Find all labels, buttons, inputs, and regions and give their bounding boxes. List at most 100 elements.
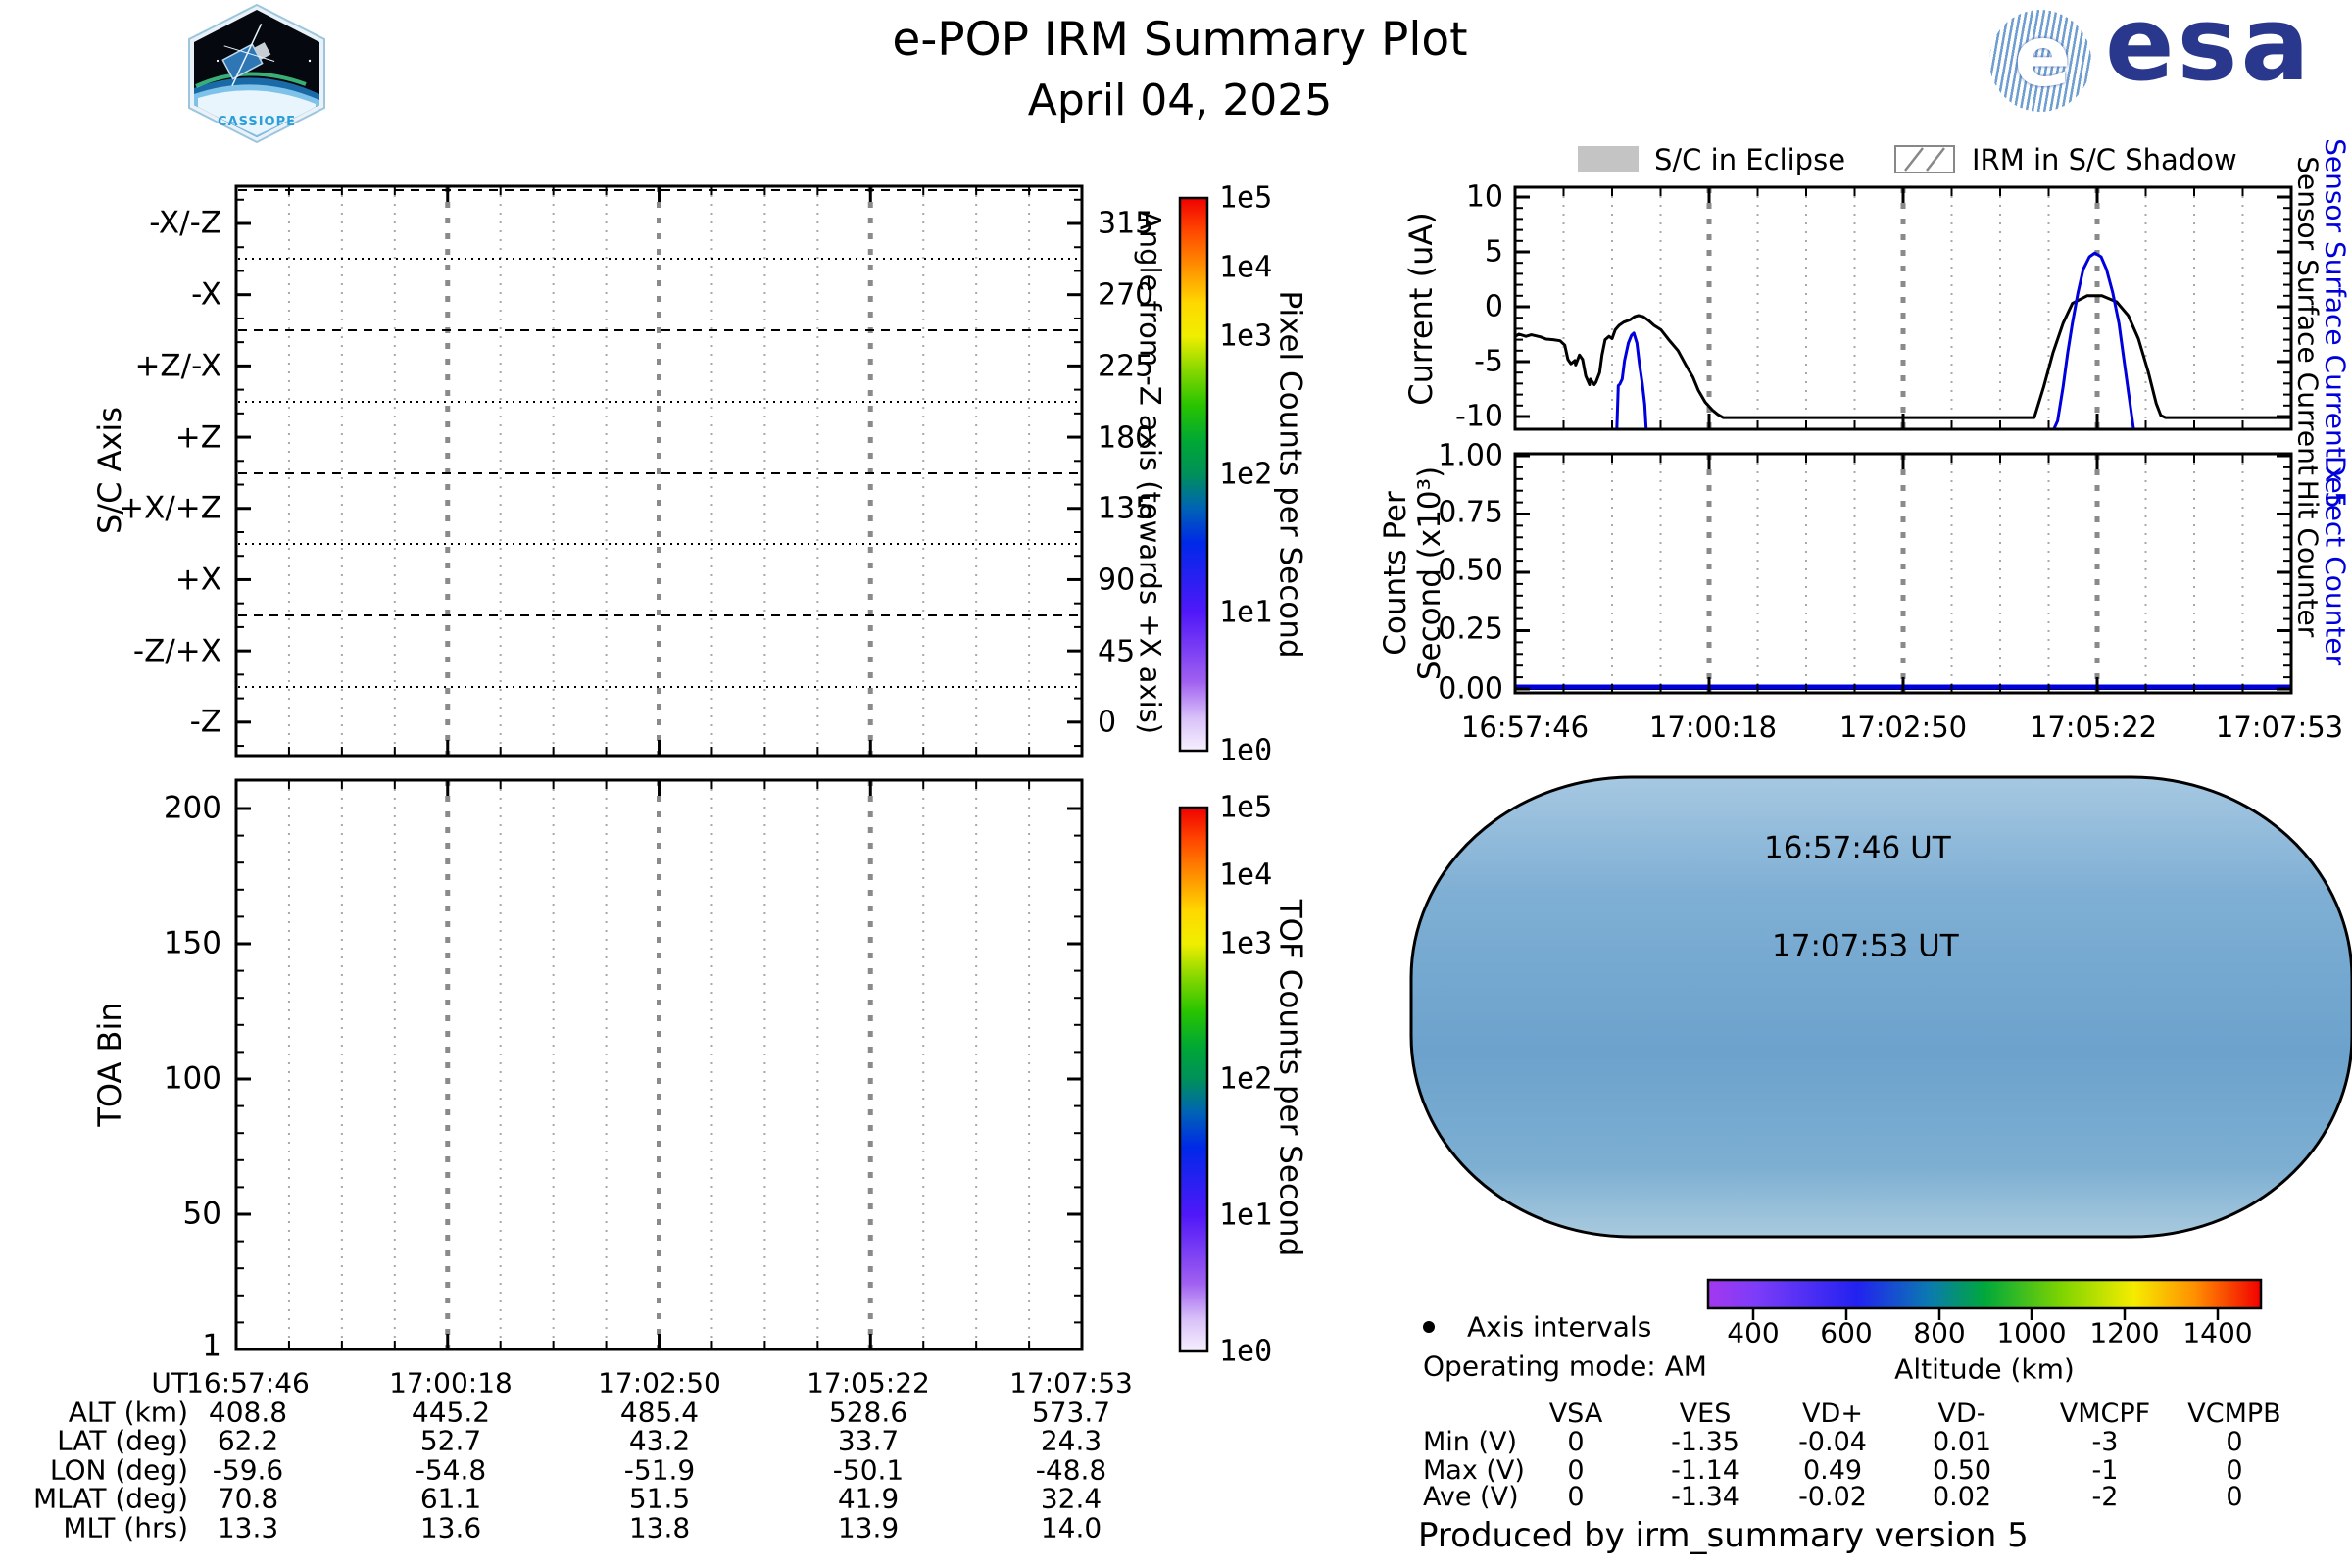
esa-globe-icon: e <box>1989 10 2091 112</box>
alt-tick-label: 1400 <box>2182 1316 2253 1349</box>
counts-ylabel-line1: Counts Per <box>1378 491 1413 656</box>
counts-ytick-label: 0.00 <box>1438 671 1503 707</box>
detect-counter-label: Detect Counter <box>2319 455 2352 666</box>
counts-ytick-label: 0.25 <box>1438 612 1503 647</box>
current-ytick-label: 10 <box>1465 179 1503 215</box>
alt-tick-label: 800 <box>1913 1316 1966 1349</box>
angle-tick-label: 45 <box>1098 634 1136 669</box>
ephemeris-value: 16:57:46 <box>186 1366 310 1399</box>
voltage-value: -3 <box>2091 1426 2119 1457</box>
sc-ytick-label: -Z <box>189 704 221 740</box>
counts-xtick-label: 17:02:50 <box>1838 710 1968 744</box>
altitude-bar-label: Altitude (km) <box>1894 1352 2075 1386</box>
pixel-cb-tick-label: 1e5 <box>1219 180 1273 216</box>
ephemeris-value: 13.8 <box>628 1511 691 1544</box>
legend-eclipse-label: S/C in Eclipse <box>1654 142 1846 176</box>
voltage-column-header: VCMPB <box>2187 1397 2281 1429</box>
voltage-column-header: VSA <box>1548 1397 1603 1429</box>
current-ytick-label: -10 <box>1455 399 1503 434</box>
ephemeris-value: 70.8 <box>217 1482 279 1515</box>
toa-ytick-label: 100 <box>163 1060 221 1097</box>
ephemeris-value: 51.5 <box>628 1482 691 1515</box>
pixel-cb-tick-label: 1e3 <box>1219 318 1273 354</box>
counts-xtick-label: 17:00:18 <box>1648 710 1778 744</box>
tof-colorbar <box>1178 806 1209 1353</box>
sensor-current-x5-label: Sensor Surface Current x 5 <box>2319 138 2352 509</box>
voltage-value: -1.34 <box>1671 1481 1740 1512</box>
voltage-value: 0.02 <box>1932 1481 1992 1512</box>
counts-xtick-label: 17:07:53 <box>2215 710 2344 744</box>
ephemeris-row-label: LAT (deg) <box>57 1424 188 1457</box>
sensor-current-label: Sensor Surface Current <box>2291 156 2325 475</box>
tof-cb-tick-label: 1e4 <box>1219 858 1273 893</box>
track-start-label: 16:57:46 UT <box>1764 830 1951 866</box>
counts-xtick-label: 16:57:46 <box>1460 710 1590 744</box>
toa-ytick-label: 50 <box>182 1196 221 1232</box>
voltage-value: 0 <box>1567 1481 1585 1512</box>
ephemeris-row-label: UT <box>151 1366 188 1399</box>
pixel-cb-tick-label: 1e0 <box>1219 733 1273 768</box>
ephemeris-value: -48.8 <box>1035 1453 1107 1487</box>
ephemeris-value: 62.2 <box>217 1424 279 1457</box>
angle-tick-label: 180 <box>1098 420 1154 456</box>
toa-ytick-label: 150 <box>163 925 221 961</box>
esa-wordmark: esa <box>2105 0 2313 104</box>
alt-tick-label: 600 <box>1820 1316 1873 1349</box>
alt-tick-label: 400 <box>1727 1316 1780 1349</box>
current-ytick-label: 0 <box>1484 289 1503 324</box>
epop-irm-summary-plot: CASSIOPE e-POP IRM Summary Plot April 04… <box>0 0 2352 1568</box>
ephemeris-value: 485.4 <box>619 1396 700 1429</box>
sc-ytick-label: +Z/-X <box>134 348 221 384</box>
legend-shadow-label: IRM in S/C Shadow <box>1972 142 2237 176</box>
ephemeris-value: 13.3 <box>217 1511 279 1544</box>
voltage-value: 0.01 <box>1932 1426 1992 1457</box>
voltage-value: -0.04 <box>1798 1426 1867 1457</box>
voltage-value: -2 <box>2091 1481 2119 1512</box>
voltage-column-header: VD+ <box>1802 1397 1863 1429</box>
hit-counter-label: Hit Counter <box>2291 479 2325 638</box>
alt-tick-label: 1000 <box>1996 1316 2067 1349</box>
ephemeris-value: 32.4 <box>1040 1482 1102 1515</box>
voltage-column-header: VES <box>1679 1397 1732 1429</box>
voltage-value: -1.35 <box>1671 1426 1740 1457</box>
counts-ytick-label: 0.50 <box>1438 553 1503 588</box>
current-series <box>2052 251 2135 429</box>
esa-logo: e esa <box>1989 0 2313 112</box>
counts-ytick-label: 1.00 <box>1438 438 1503 473</box>
ephemeris-value: 41.9 <box>837 1482 900 1515</box>
ephemeris-value: 13.9 <box>837 1511 900 1544</box>
alt-tick-label: 1200 <box>2089 1316 2160 1349</box>
pixel-cb-tick-label: 1e2 <box>1219 457 1273 492</box>
ephemeris-value: 24.3 <box>1040 1424 1102 1457</box>
tof-cb-tick-label: 1e0 <box>1219 1334 1273 1369</box>
toa-ylabel: TOA Bin <box>91 1002 128 1127</box>
angle-tick-label: 315 <box>1098 206 1154 241</box>
operating-mode-label: Operating mode: AM <box>1423 1349 1707 1383</box>
voltage-column-header: VD- <box>1937 1397 1986 1429</box>
ephemeris-value: 13.6 <box>419 1511 482 1544</box>
shadow-swatch-icon <box>1894 145 1955 173</box>
counts-xtick-label: 17:05:22 <box>2029 710 2158 744</box>
ephemeris-value: 573.7 <box>1031 1396 1111 1429</box>
sc-ytick-label: +Z <box>174 419 221 456</box>
altitude-colorbar <box>1706 1278 2263 1310</box>
voltage-value: 0 <box>2226 1426 2243 1457</box>
voltage-row-label: Ave (V) <box>1423 1481 1519 1512</box>
ephemeris-value: 33.7 <box>837 1424 900 1457</box>
tof-cb-tick-label: 1e2 <box>1219 1061 1273 1097</box>
ephemeris-value: 52.7 <box>419 1424 482 1457</box>
tof-cb-tick-label: 1e1 <box>1219 1198 1273 1233</box>
ephemeris-row-label: LON (deg) <box>49 1453 188 1487</box>
page-title: e-POP IRM Summary Plot <box>892 13 1468 67</box>
ephemeris-value: 445.2 <box>411 1396 491 1429</box>
pixel-cb-tick-label: 1e1 <box>1219 595 1273 630</box>
ephemeris-row-label: MLT (hrs) <box>63 1511 188 1544</box>
voltage-value: 0 <box>1567 1426 1585 1457</box>
page-date: April 04, 2025 <box>1027 75 1333 125</box>
current-ylabel: Current (uA) <box>1402 212 1440 406</box>
cassiope-label: CASSIOPE <box>218 115 296 129</box>
angle-tick-label: 270 <box>1098 277 1154 313</box>
current-series <box>1615 331 1648 429</box>
axis-interval-dot-icon <box>1423 1321 1435 1333</box>
current-ytick-label: -5 <box>1474 344 1503 379</box>
